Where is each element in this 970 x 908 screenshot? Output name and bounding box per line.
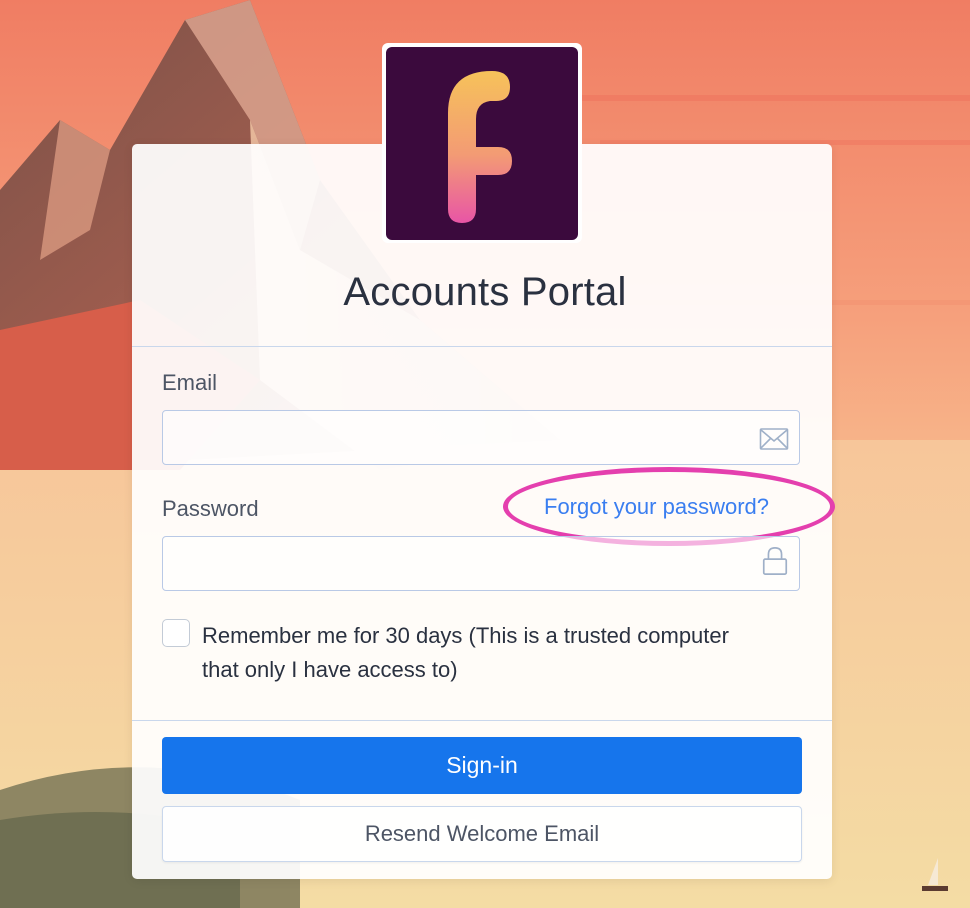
remember-me-label: Remember me for 30 days (This is a trust…: [202, 623, 729, 682]
sign-in-button[interactable]: Sign-in: [162, 737, 802, 794]
forgot-password-link[interactable]: Forgot your password?: [544, 494, 769, 520]
page-title: Accounts Portal: [343, 270, 627, 314]
envelope-icon: [759, 428, 789, 450]
header-divider: [132, 346, 832, 347]
remember-me-checkbox[interactable]: [162, 619, 190, 647]
email-label: Email: [162, 370, 218, 395]
footer-divider: [132, 720, 832, 721]
email-field[interactable]: [162, 410, 800, 465]
password-field[interactable]: [162, 536, 800, 591]
lock-icon: [762, 547, 788, 575]
logo-f-icon: [448, 71, 512, 223]
resend-welcome-email-button[interactable]: Resend Welcome Email: [162, 806, 802, 862]
logo-tile: [386, 47, 578, 240]
password-label: Password: [162, 496, 259, 521]
app-logo: [382, 43, 582, 243]
